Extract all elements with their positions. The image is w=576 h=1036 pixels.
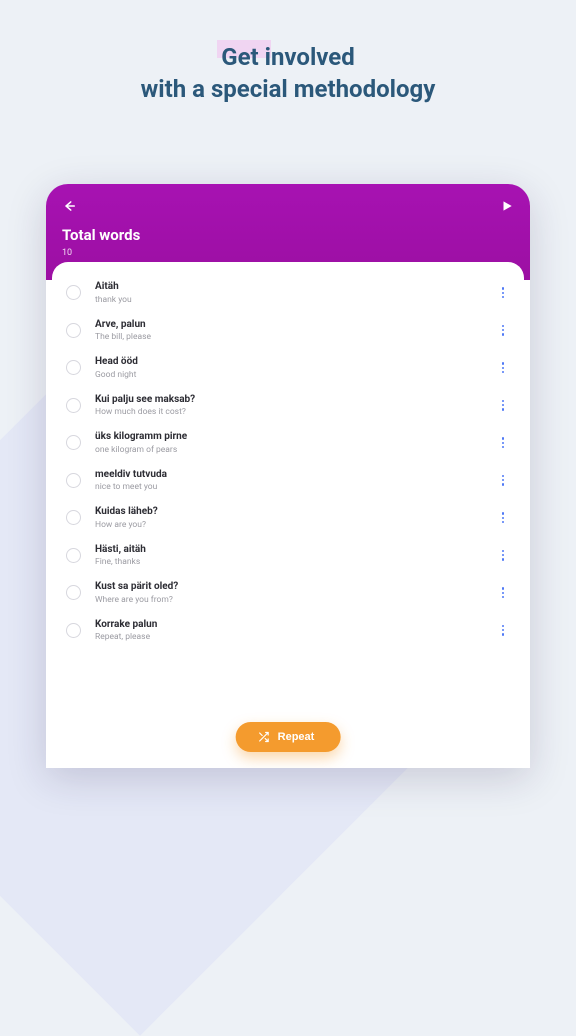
list-item[interactable]: Kuidas läheb?How are you? — [52, 499, 524, 537]
more-icon[interactable] — [496, 321, 510, 340]
word-text: Head ööd — [95, 356, 496, 369]
list-item-texts: Hästi, aitähFine, thanks — [95, 544, 496, 568]
progress-circle-icon — [66, 473, 81, 488]
translation-text: Good night — [95, 370, 496, 380]
translation-text: Repeat, please — [95, 632, 496, 642]
word-text: üks kilogramm pirne — [95, 431, 496, 444]
more-icon[interactable] — [496, 396, 510, 415]
list-item[interactable]: Head öödGood night — [52, 349, 524, 387]
progress-circle-icon — [66, 510, 81, 525]
progress-circle-icon — [66, 548, 81, 563]
list-item-texts: Kui palju see maksab?How much does it co… — [95, 394, 496, 418]
translation-text: nice to meet you — [95, 482, 496, 492]
list-item-texts: Kust sa pärit oled?Where are you from? — [95, 581, 496, 605]
more-icon[interactable] — [496, 283, 510, 302]
list-item-texts: Aitähthank you — [95, 281, 496, 305]
word-text: Arve, palun — [95, 319, 496, 332]
word-text: Kuidas läheb? — [95, 506, 496, 519]
translation-text: one kilogram of pears — [95, 445, 496, 455]
more-icon[interactable] — [496, 508, 510, 527]
progress-circle-icon — [66, 285, 81, 300]
word-text: Kust sa pärit oled? — [95, 581, 496, 594]
word-text: Kui palju see maksab? — [95, 394, 496, 407]
word-text: Korrake palun — [95, 619, 496, 632]
more-icon[interactable] — [496, 433, 510, 452]
list-item[interactable]: Korrake palunRepeat, please — [52, 612, 524, 650]
more-icon[interactable] — [496, 471, 510, 490]
progress-circle-icon — [66, 323, 81, 338]
list-item[interactable]: Arve, palunThe bill, please — [52, 312, 524, 350]
more-icon[interactable] — [496, 621, 510, 640]
word-count: 10 — [62, 248, 514, 258]
page-title: Total words — [62, 226, 514, 244]
translation-text: Where are you from? — [95, 595, 496, 605]
list-item[interactable]: Aitähthank you — [52, 274, 524, 312]
translation-text: The bill, please — [95, 332, 496, 342]
translation-text: thank you — [95, 295, 496, 305]
back-icon[interactable] — [62, 199, 76, 213]
list-item[interactable]: Kui palju see maksab?How much does it co… — [52, 387, 524, 425]
word-text: meeldiv tutvuda — [95, 469, 496, 482]
more-icon[interactable] — [496, 583, 510, 602]
headline: Get involved with a special methodology — [0, 0, 576, 104]
word-text: Hästi, aitäh — [95, 544, 496, 557]
list-item-texts: Kuidas läheb?How are you? — [95, 506, 496, 530]
translation-text: How are you? — [95, 520, 496, 530]
translation-text: How much does it cost? — [95, 407, 496, 417]
list-item-texts: üks kilogramm pirneone kilogram of pears — [95, 431, 496, 455]
word-list: Aitähthank you Arve, palunThe bill, pleas… — [52, 262, 524, 768]
progress-circle-icon — [66, 585, 81, 600]
translation-text: Fine, thanks — [95, 557, 496, 567]
list-item[interactable]: üks kilogramm pirneone kilogram of pears — [52, 424, 524, 462]
more-icon[interactable] — [496, 546, 510, 565]
app-frame: Total words 10 Aitähthank you Arve, palun… — [46, 184, 530, 768]
word-text: Aitäh — [95, 281, 496, 294]
list-item-texts: Arve, palunThe bill, please — [95, 319, 496, 343]
list-item[interactable]: Hästi, aitähFine, thanks — [52, 537, 524, 575]
progress-circle-icon — [66, 360, 81, 375]
list-item-texts: meeldiv tutvudanice to meet you — [95, 469, 496, 493]
repeat-button[interactable]: Repeat — [236, 722, 341, 752]
progress-circle-icon — [66, 435, 81, 450]
headline-line1: Get involved — [221, 42, 355, 72]
progress-circle-icon — [66, 398, 81, 413]
shuffle-icon — [258, 731, 270, 743]
more-icon[interactable] — [496, 358, 510, 377]
play-icon[interactable] — [500, 199, 514, 213]
list-item-texts: Head öödGood night — [95, 356, 496, 380]
repeat-label: Repeat — [278, 731, 315, 743]
headline-line2: with a special methodology — [0, 74, 576, 104]
list-item[interactable]: Kust sa pärit oled?Where are you from? — [52, 574, 524, 612]
list-item-texts: Korrake palunRepeat, please — [95, 619, 496, 643]
list-item[interactable]: meeldiv tutvudanice to meet you — [52, 462, 524, 500]
progress-circle-icon — [66, 623, 81, 638]
